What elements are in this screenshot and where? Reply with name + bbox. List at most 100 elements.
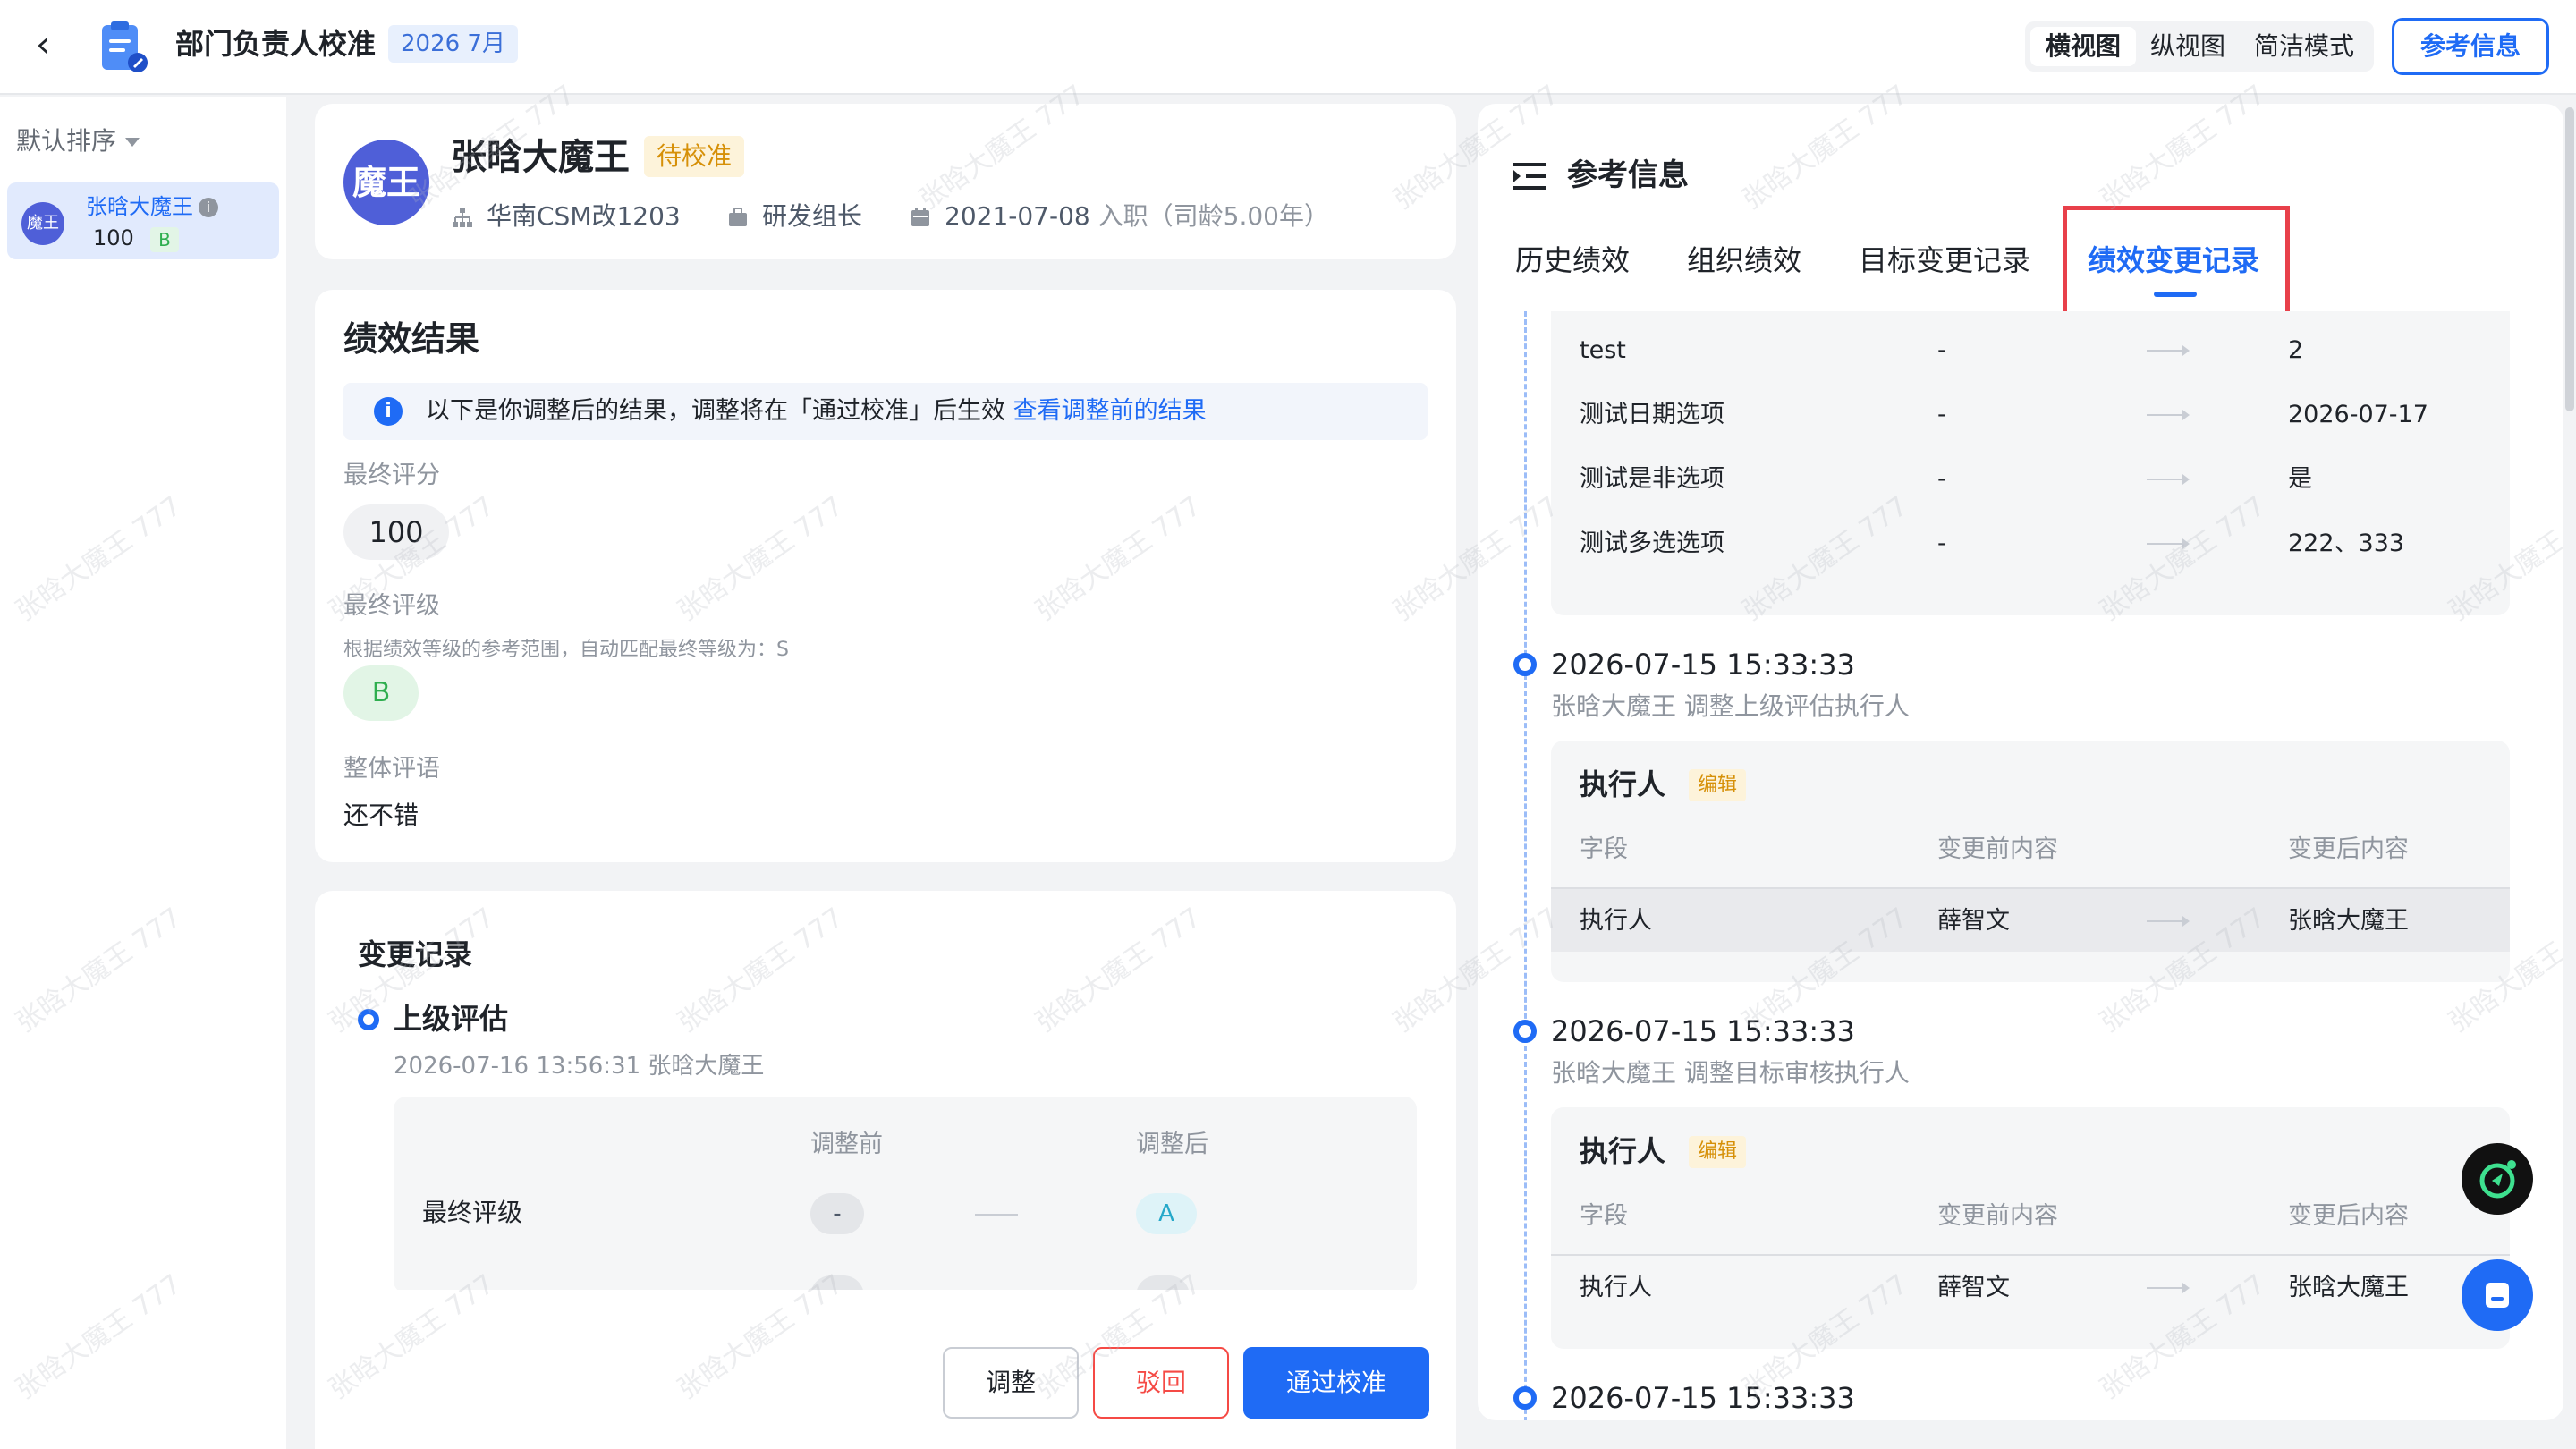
- info-icon[interactable]: i: [199, 198, 218, 217]
- performance-result-card: 绩效结果 i 以下是你调整后的结果，调整将在「通过校准」后生效 查看调整前的结果…: [315, 290, 1456, 862]
- section-title: 绩效结果: [343, 319, 480, 359]
- column-after: 变更后内容: [2288, 1202, 2409, 1230]
- field-name: 执行人: [1580, 1274, 1652, 1301]
- column-after: 变更后内容: [2288, 835, 2409, 863]
- back-chevron-icon[interactable]: ‹: [36, 27, 72, 63]
- before-value: -: [1937, 465, 1946, 493]
- timeline-dot-icon: [1513, 653, 1537, 676]
- final-grade-label: 最终评级: [343, 592, 440, 620]
- employee-name: 张晗大魔王: [451, 137, 630, 178]
- edit-tag: 编辑: [1689, 769, 1747, 801]
- employee-name: 张晗大魔王 i: [86, 191, 218, 222]
- timeline-dot-icon: [1513, 1020, 1537, 1043]
- timeline-line: [1524, 311, 1527, 1420]
- after-value: 222、333: [2288, 530, 2405, 557]
- arrow-icon: [2147, 538, 2190, 549]
- tenure: （司龄5.00年）: [1148, 201, 1330, 231]
- arrow-icon: [2147, 1283, 2190, 1293]
- join-label: 入职: [1097, 201, 1148, 231]
- tab-history-performance[interactable]: 历史绩效: [1515, 240, 1630, 281]
- before-value: -: [1937, 530, 1946, 557]
- status-badge: 待校准: [644, 136, 745, 177]
- previous-entry-box: test - 2 测试日期选项 - 2026-07-17 测试是非选项 - 是 …: [1551, 311, 2510, 615]
- arrow-icon: [2147, 474, 2190, 485]
- table-row: 测试多选选项 - 222、333: [1551, 512, 2510, 576]
- edit-tag: 编辑: [1689, 1136, 1747, 1168]
- arrow-icon: [2147, 345, 2190, 356]
- top-header: ‹ 部门负责人校准 2026 7月 横视图 纵视图 简洁模式 参考信息: [0, 0, 2576, 95]
- final-score-value: 100: [343, 504, 449, 560]
- row-label: 最终评级: [422, 1198, 523, 1227]
- entry-time: 2026-07-15 15:33:33: [1551, 1381, 1855, 1415]
- comment-text: 还不错: [343, 801, 419, 830]
- tab-org-performance[interactable]: 组织绩效: [1687, 240, 1801, 281]
- reference-info-button[interactable]: 参考信息: [2392, 18, 2549, 75]
- menu-indent-icon: [1513, 163, 1546, 190]
- employee-list-item[interactable]: 魔王 张晗大魔王 i 100 B: [7, 182, 279, 259]
- before-value: 薛智文: [1937, 1274, 2010, 1301]
- notice-text: 以下是你调整后的结果，调整将在「通过校准」后生效 查看调整前的结果: [426, 392, 1207, 431]
- change-detail-box: 调整前 调整后 最终评级 - A: [394, 1097, 1417, 1293]
- before-value: -: [1937, 336, 1946, 364]
- employee-score: 100: [93, 225, 134, 250]
- position-info: 研发组长: [726, 197, 862, 236]
- field-name: 测试日期选项: [1580, 401, 1724, 428]
- adjust-button[interactable]: 调整: [943, 1347, 1079, 1419]
- avatar: 魔王: [21, 202, 64, 245]
- after-value: 是: [2288, 465, 2312, 493]
- profile-card: 魔王 张晗大魔王 待校准 华南CSM改1203 研发组长 2021-07-08 …: [315, 104, 1456, 259]
- arrow-icon: [2147, 410, 2190, 420]
- entry-detail-box: 执行人 编辑 字段 变更前内容 变更后内容 执行人 薛智文 张晗大魔王: [1551, 741, 2510, 982]
- column-after: 调整后: [1136, 1131, 1208, 1158]
- grade-hint: 根据绩效等级的参考范围，自动匹配最终等级为：S: [343, 639, 789, 661]
- view-switch: 横视图 纵视图 简洁模式: [2025, 21, 2374, 72]
- join-date: 2021-07-08: [945, 201, 1090, 231]
- entry-time: 2026-07-15 15:33:33: [1551, 648, 1855, 682]
- employee-grade-badge: B: [150, 227, 179, 252]
- reference-panel: 参考信息 历史绩效 组织绩效 目标变更记录 绩效变更记录 test - 2 测试…: [1478, 104, 2563, 1420]
- help-float-button[interactable]: [2462, 1259, 2533, 1331]
- assistant-float-button[interactable]: [2462, 1143, 2533, 1215]
- entry-detail-box: 执行人 编辑 字段 变更前内容 变更后内容 执行人 薛智文 张晗大魔王: [1551, 1107, 2510, 1349]
- table-row: 执行人 薛智文 张晗大魔王: [1551, 887, 2510, 952]
- timeline-dot-icon: [1513, 1386, 1537, 1410]
- entry-description: 张晗大魔王 调整上级评估执行人: [1551, 691, 1910, 721]
- reference-title: 参考信息: [1567, 157, 1689, 193]
- view-vertical-button[interactable]: 纵视图: [2141, 27, 2234, 66]
- timeline-dot-icon: [358, 1009, 379, 1030]
- column-field: 字段: [1580, 835, 1628, 863]
- tab-goal-change-log[interactable]: 目标变更记录: [1859, 240, 2030, 281]
- caret-down-icon: [125, 138, 140, 147]
- table-row: 测试日期选项 - 2026-07-17: [1551, 383, 2510, 447]
- action-bar: 调整 驳回 通过校准: [315, 1290, 1456, 1449]
- comment-label: 整体评语: [343, 755, 440, 783]
- pass-calibration-button[interactable]: 通过校准: [1243, 1347, 1429, 1419]
- column-before: 调整前: [810, 1131, 883, 1158]
- notice-message: 以下是你调整后的结果，调整将在「通过校准」后生效: [426, 397, 1005, 425]
- before-value: -: [810, 1193, 864, 1234]
- before-value: 薛智文: [1937, 907, 2010, 935]
- change-item-meta: 2026-07-16 13:56:31 张晗大魔王: [394, 1053, 765, 1080]
- sort-label: 默认排序: [16, 126, 117, 156]
- table-row: 执行人 薛智文 张晗大魔王: [1551, 1254, 2510, 1318]
- employee-sidebar: 默认排序 魔王 张晗大魔王 i 100 B: [0, 97, 286, 1449]
- highlight-box: [2063, 206, 2290, 320]
- reject-button[interactable]: 驳回: [1093, 1347, 1229, 1419]
- block-title: 执行人: [1580, 767, 1666, 801]
- field-name: 执行人: [1580, 907, 1652, 935]
- view-horizontal-button[interactable]: 横视图: [2030, 27, 2136, 66]
- final-grade-value: B: [343, 665, 419, 721]
- view-simple-button[interactable]: 简洁模式: [2240, 27, 2368, 66]
- entry-description: 张晗大魔王 调整目标审核执行人: [1551, 1058, 1910, 1088]
- assistant-icon: [2479, 1160, 2516, 1199]
- table-row: test - 2: [1551, 318, 2510, 383]
- arrow-icon: [975, 1214, 1018, 1216]
- column-before: 变更前内容: [1937, 1202, 2058, 1230]
- department-text: 华南CSM改1203: [487, 201, 681, 231]
- view-before-link[interactable]: 查看调整前的结果: [1013, 397, 1207, 425]
- sort-dropdown[interactable]: 默认排序: [16, 123, 140, 159]
- notice-bar: i 以下是你调整后的结果，调整将在「通过校准」后生效 查看调整前的结果: [343, 383, 1428, 440]
- scrollbar-thumb[interactable]: [2565, 107, 2574, 411]
- section-title: 变更记录: [358, 937, 473, 971]
- info-icon: i: [374, 397, 402, 426]
